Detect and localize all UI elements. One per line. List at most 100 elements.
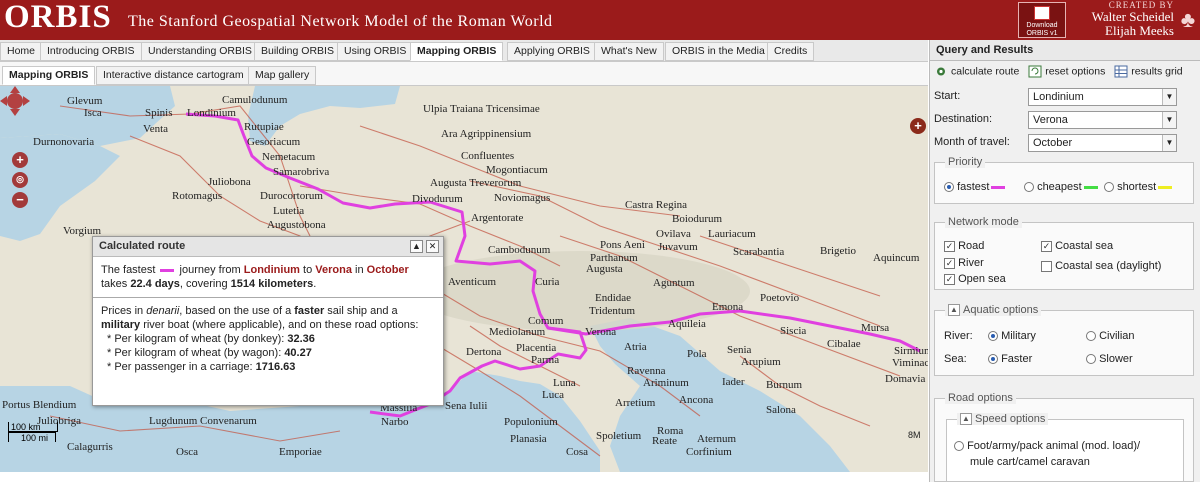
place-label: Dertona — [466, 346, 502, 358]
aquatic-legend[interactable]: ▲ Aquatic options — [945, 304, 1042, 317]
pan-control-icon[interactable] — [0, 86, 30, 116]
place-label: Emporiae — [279, 446, 322, 458]
place-label: Castra Regina — [625, 199, 688, 211]
results-grid-button[interactable]: results grid — [1114, 65, 1183, 78]
place-label: Ovilava — [656, 228, 691, 240]
destination-select[interactable]: Verona ▼ — [1028, 111, 1177, 129]
place-label: Cibalae — [827, 338, 861, 350]
place-label: Parma — [531, 354, 560, 366]
layer-switcher-button[interactable]: + — [910, 118, 926, 134]
map-attribution: 8M — [908, 430, 921, 440]
sea-slower[interactable]: Slower — [1086, 353, 1133, 365]
network-coastal-daylight[interactable]: Coastal sea (daylight) — [1041, 260, 1161, 272]
aquatic-fieldset: ▲ Aquatic options — [934, 304, 1194, 376]
tab-credits[interactable]: Credits — [767, 42, 815, 61]
tab-whats-new[interactable]: What's New — [594, 42, 664, 61]
priority-label: shortest — [1117, 181, 1157, 193]
place-label: Domavia — [885, 373, 926, 385]
place-label: Durnonovaria — [33, 136, 95, 148]
tab-media[interactable]: ORBIS in the Media — [665, 42, 772, 61]
reset-options-button[interactable]: reset options — [1028, 65, 1105, 78]
river-civilian[interactable]: Civilian — [1086, 330, 1135, 342]
place-label: Planasia — [510, 433, 547, 445]
place-label: Poetovio — [760, 292, 800, 304]
world-zoom-button[interactable]: ◎ — [12, 172, 28, 188]
checkbox-icon: ✓ — [1041, 240, 1052, 252]
network-label: Road — [958, 240, 985, 252]
priority-shortest[interactable]: shortest — [1104, 181, 1173, 193]
close-icon[interactable]: ✕ — [426, 240, 439, 253]
radio-icon — [1086, 331, 1096, 342]
price-value: 40.27 — [284, 347, 312, 359]
checkbox-icon: ✓ — [944, 273, 955, 285]
author-name: Elijah Meeks — [1105, 23, 1174, 38]
network-legend: Network mode — [945, 216, 1022, 228]
place-label: Augustobona — [267, 219, 326, 231]
place-label: Ravenna — [627, 365, 666, 377]
tab-using[interactable]: Using ORBIS — [337, 42, 414, 61]
summary-text: journey from — [179, 264, 241, 276]
subtab-cartogram[interactable]: Interactive distance cartogram — [96, 66, 251, 85]
place-label: Venta — [143, 123, 169, 135]
tab-understanding[interactable]: Understanding ORBIS — [141, 42, 259, 61]
river-military[interactable]: Military — [988, 330, 1036, 342]
start-value: Londinium — [1033, 91, 1084, 103]
price-label: * Per kilogram of wheat (by wagon): — [107, 347, 282, 359]
tab-home[interactable]: Home — [0, 42, 43, 61]
network-open-sea[interactable]: ✓ Open sea — [944, 273, 1006, 285]
place-label: Sena Iulii — [445, 400, 488, 412]
place-label: Siscia — [780, 325, 807, 337]
place-label: Augusta Treverorum — [430, 177, 522, 189]
price-details: Prices in denarii, based on the use of a… — [101, 304, 435, 374]
zoom-in-button[interactable]: + — [12, 152, 28, 168]
zoom-out-button[interactable]: − — [12, 192, 28, 208]
tab-introducing[interactable]: Introducing ORBIS — [40, 42, 142, 61]
place-label: Viminacium — [892, 357, 928, 369]
map-canvas[interactable]: Glevum Isca Spinis Londinium Camulodunum… — [0, 86, 928, 472]
grid-label: results grid — [1131, 65, 1183, 78]
place-label: Rotomagus — [172, 190, 223, 202]
speed-foot-option[interactable]: Foot/army/pack animal (mod. load)/ — [954, 440, 1140, 452]
gear-icon — [937, 67, 945, 76]
place-label: Salona — [766, 404, 796, 416]
site-logo[interactable]: ORBIS — [4, 0, 112, 36]
tab-applying[interactable]: Applying ORBIS — [507, 42, 597, 61]
summary-text: to — [303, 264, 313, 276]
currency-name: denarii — [146, 305, 180, 317]
river-option-label: Military — [1001, 330, 1036, 342]
place-label: Verona — [585, 326, 617, 338]
author-name: Walter Scheidel — [1091, 9, 1174, 24]
month-select[interactable]: October ▼ — [1028, 134, 1177, 152]
subtab-mapping[interactable]: Mapping ORBIS — [2, 66, 96, 85]
subtab-gallery[interactable]: Map gallery — [248, 66, 317, 85]
sea-faster[interactable]: Faster — [988, 353, 1032, 365]
sea-option-label: Faster — [1001, 353, 1033, 365]
radio-icon — [988, 354, 998, 365]
checkbox-icon — [1041, 260, 1052, 272]
tab-building[interactable]: Building ORBIS — [254, 42, 341, 61]
place-label: Corfinium — [686, 446, 732, 458]
cheapest-color-swatch — [1083, 185, 1098, 189]
start-select[interactable]: Londinium ▼ — [1028, 88, 1177, 106]
place-label: Pons Aeni — [600, 239, 645, 251]
network-coastal-sea[interactable]: ✓ Coastal sea — [1041, 240, 1113, 252]
download-button[interactable]: Download ORBIS v1 — [1018, 2, 1066, 38]
calculate-route-button[interactable]: calculate route — [934, 65, 1019, 78]
priority-fastest[interactable]: fastest — [944, 181, 1006, 193]
collapse-icon[interactable]: ▲ — [410, 240, 423, 253]
speed-legend[interactable]: ▲ Speed options — [957, 413, 1049, 426]
summary-text: . — [313, 278, 317, 290]
network-river[interactable]: ✓ River — [944, 257, 984, 269]
speed-option-label-cont: mule cart/camel caravan — [970, 456, 1090, 468]
tab-mapping[interactable]: Mapping ORBIS — [410, 42, 504, 61]
month-label: Month of travel: — [934, 136, 1010, 148]
place-label: Isca — [84, 107, 102, 119]
network-road[interactable]: ✓ Road — [944, 240, 984, 252]
priority-legend: Priority — [945, 156, 986, 168]
river-label: River: — [944, 330, 973, 342]
summary-text: The fastest — [101, 264, 156, 276]
priority-cheapest[interactable]: cheapest — [1024, 181, 1098, 193]
place-label: Lauriacum — [708, 228, 756, 240]
place-label: Boiodurum — [672, 213, 723, 225]
place-label: Spinis — [145, 107, 173, 119]
